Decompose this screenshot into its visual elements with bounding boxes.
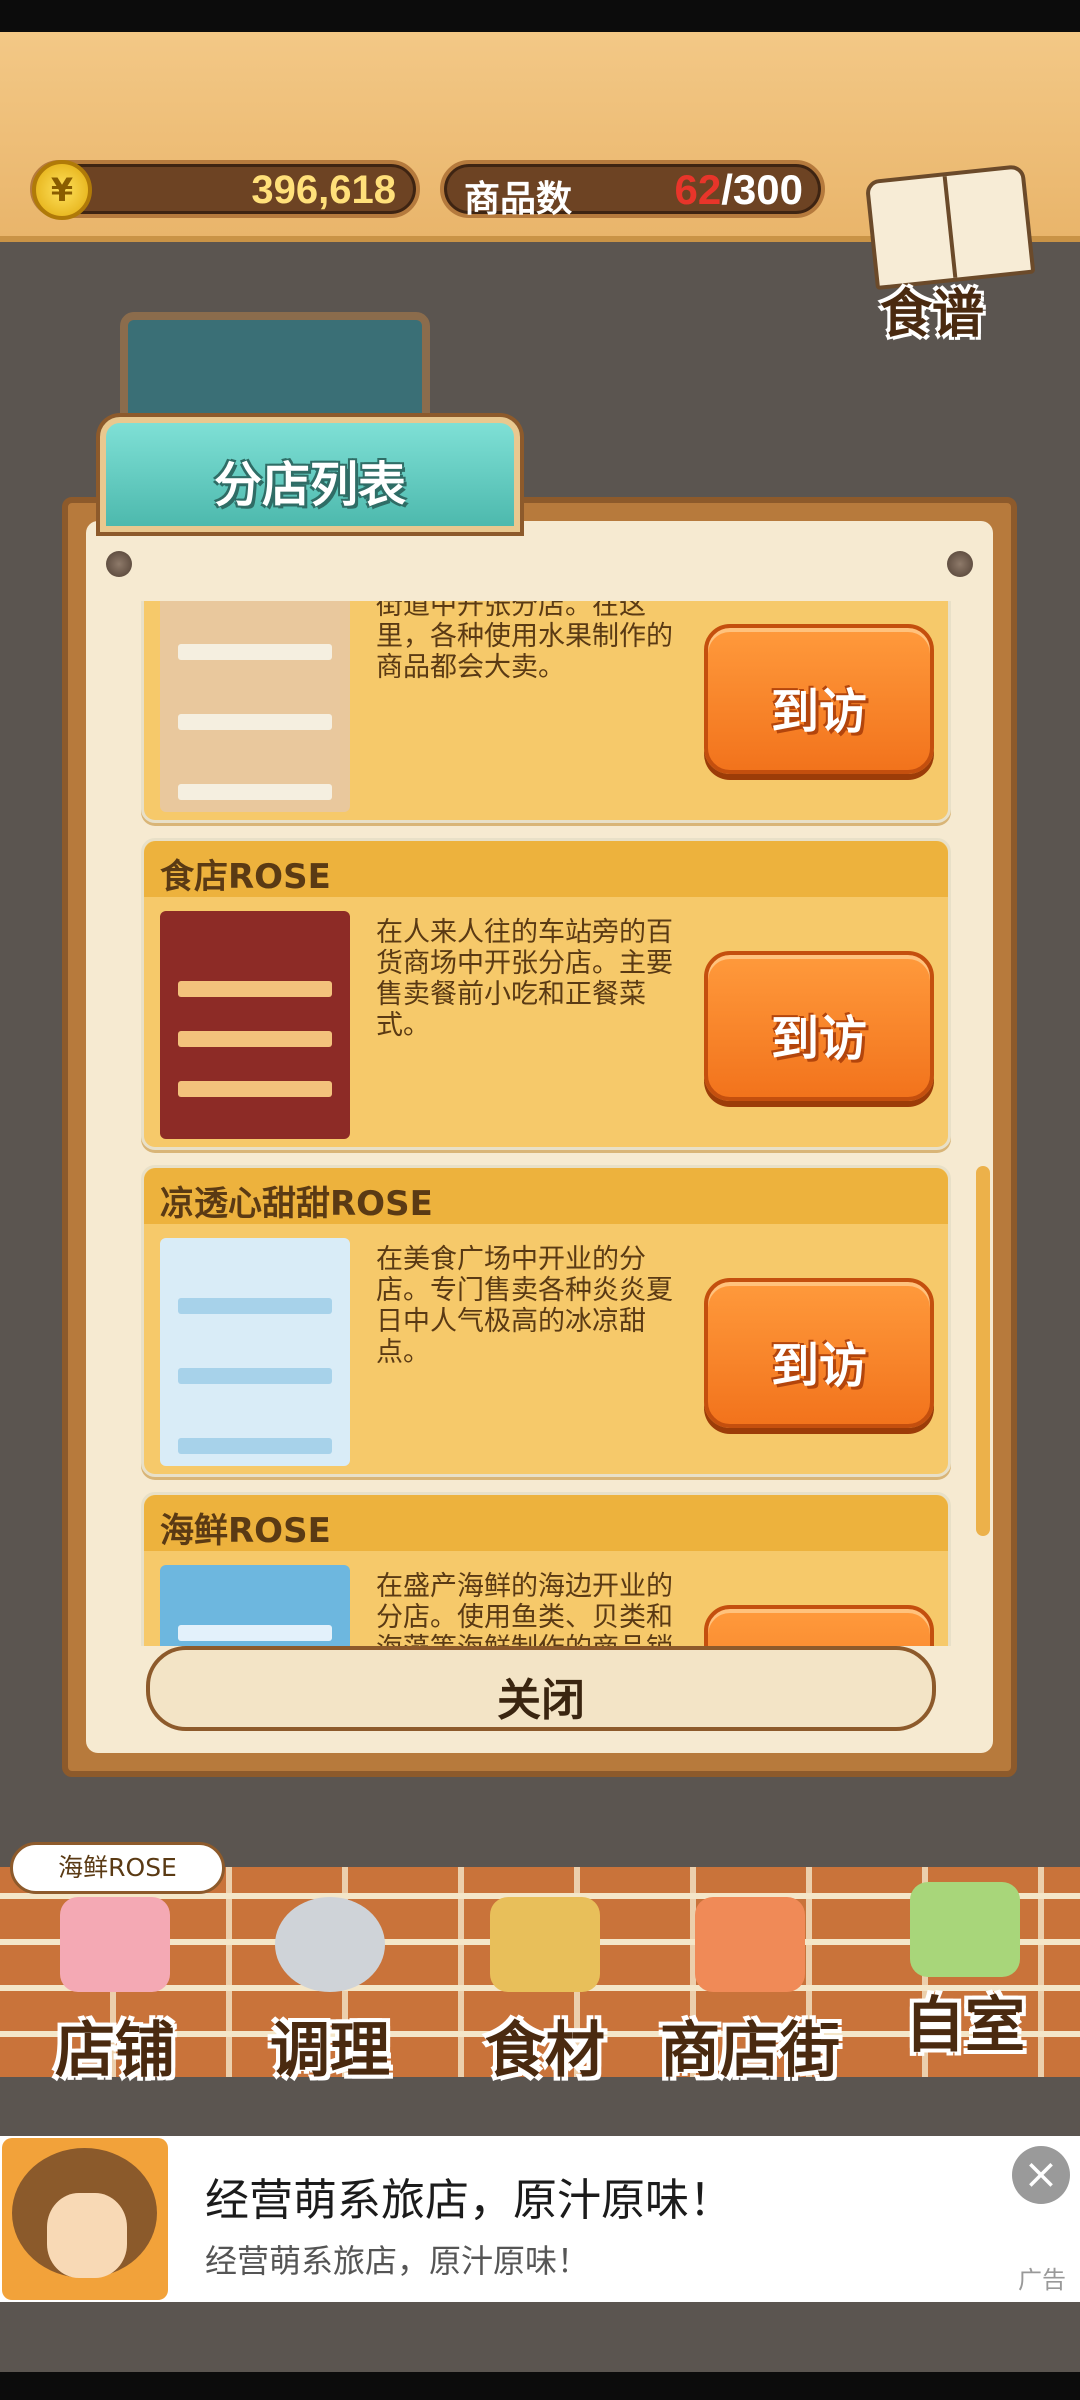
nav-shop-label: 店铺 [55,2016,175,2086]
branch-description: 街道中开张分店。在这里，各种使用水果制作的商品都会大卖。 [376,601,673,683]
nav-shopping-street-button[interactable]: 商店街 [640,1877,860,2086]
nav-ingredients-button[interactable]: 食材 [450,1877,640,2086]
branch-name: 凉透心甜甜ROSE [160,1184,433,1224]
nav-my-room-button[interactable]: 自室 [870,1862,1060,2062]
close-button[interactable]: 关闭 [146,1646,936,1731]
ad-tag: 广告 [1018,2266,1066,2294]
dialog-title-tab: 分店列表 [100,417,520,532]
item-count-value: 62/300 [675,166,803,214]
item-count-current: 62 [674,166,722,213]
pin-icon [106,551,132,577]
ad-subtitle: 经营萌系旅店，原汁原味！ [205,2242,590,2280]
staff-only-sign-icon [910,1882,1020,1977]
branch-name: 食店ROSE [160,857,331,897]
ad-title: 经营萌系旅店，原汁原味！ [205,2175,733,2226]
shelf [178,1438,332,1454]
branch-thumbnail [160,1565,350,1646]
shelf [178,1031,332,1047]
visit-button[interactable]: 到访 [704,1278,934,1428]
shelf [178,981,332,997]
yen-coin-icon: ¥ [32,160,92,220]
branch-list-dialog: 街道中开张分店。在这里，各种使用水果制作的商品都会大卖。 到访 食店ROSE 在… [62,497,1017,1777]
branch-description: 在人来人往的车站旁的百货商场中开张分店。主要售卖餐前小吃和正餐菜式。 [376,917,673,1041]
branch-card-header: 凉透心甜甜ROSE [144,1168,948,1224]
flour-sack-icon [490,1897,600,1992]
branch-description: 在盛产海鲜的海边开业的分店。使用鱼类、贝类和海藻等海鲜制作的商品销量会更好。 [376,1571,673,1646]
branch-description: 在美食广场中开业的分店。专门售卖各种炎炎夏日中人气极高的冰凉甜点。 [376,1244,673,1368]
branch-card-frozen: 凉透心甜甜ROSE 在美食广场中开业的分店。专门售卖各种炎炎夏日中人气极高的冰凉… [141,1165,951,1477]
cake-icon [60,1897,170,1992]
nav-cooking-button[interactable]: 调理 [235,1877,425,2086]
ad-avatar-face [47,2193,127,2278]
branch-thumbnail [160,911,350,1139]
shelf [178,1625,332,1641]
dialog-title: 分店列表 [213,457,406,513]
branch-card-deli: 食店ROSE 在人来人往的车站旁的百货商场中开张分店。主要售卖餐前小吃和正餐菜式… [141,838,951,1150]
close-button-label: 关闭 [497,1675,585,1726]
branch-thumbnail [160,1238,350,1466]
branch-card-seafood: 海鲜ROSE 在盛产海鲜的海边开业的分店。使用鱼类、贝类和海藻等海鲜制作的商品销… [141,1492,951,1646]
list-scrollbar[interactable] [976,1166,990,1536]
shelf [178,1081,332,1097]
visit-button-label: 到访 [770,1011,867,1067]
recipe-book-button[interactable]: 食谱 [860,152,1045,345]
current-shop-tag: 海鲜ROSE [10,1842,225,1894]
item-count-max: /300 [721,166,803,213]
ad-avatar [2,2138,168,2300]
coin-value: 396,618 [251,168,396,212]
coin-counter: ¥ 396,618 [30,160,420,220]
navigation-bar [0,2372,1080,2400]
shelf [178,1298,332,1314]
storefront-icon [695,1897,805,1992]
branch-card-header: 食店ROSE [144,841,948,897]
visit-button[interactable]: 到访 [704,951,934,1101]
visit-button[interactable]: 到访 [704,1605,934,1646]
item-counter: 商品数 62/300 [440,160,825,220]
shelf [178,714,332,730]
game-screen: ¥ 396,618 商品数 62/300 食谱 街道中开张分店。在这里，各种使用… [0,32,1080,2372]
pin-icon [947,551,973,577]
nav-shopping-street-label: 商店街 [660,2016,840,2086]
branch-name: 海鲜ROSE [160,1511,331,1551]
visit-button-label: 到访 [770,684,867,740]
nav-cooking-label: 调理 [270,2016,390,2086]
nav-ingredients-label: 食材 [485,2016,605,2086]
close-icon[interactable]: × [1012,2146,1070,2204]
shelf [178,644,332,660]
visit-button[interactable]: 到访 [704,624,934,774]
nav-shop-button[interactable]: 店铺 [20,1877,210,2086]
status-bar [0,0,1080,32]
mixing-bowl-icon [275,1897,385,1992]
branch-card-fruit: 街道中开张分店。在这里，各种使用水果制作的商品都会大卖。 到访 [141,601,951,823]
recipe-label: 食谱 [880,285,985,345]
dialog-paper: 街道中开张分店。在这里，各种使用水果制作的商品都会大卖。 到访 食店ROSE 在… [86,521,993,1753]
ad-banner[interactable]: 经营萌系旅店，原汁原味！ 经营萌系旅店，原汁原味！ × 广告 [0,2136,1080,2302]
nav-my-room-label: 自室 [905,1991,1025,2061]
shelf [178,784,332,800]
item-count-label: 商品数 [464,179,573,220]
visit-button-label: 到访 [770,1338,867,1394]
branch-card-header: 海鲜ROSE [144,1495,948,1551]
shelf [178,1368,332,1384]
branch-thumbnail [160,601,350,812]
branch-list[interactable]: 街道中开张分店。在这里，各种使用水果制作的商品都会大卖。 到访 食店ROSE 在… [141,601,951,1646]
